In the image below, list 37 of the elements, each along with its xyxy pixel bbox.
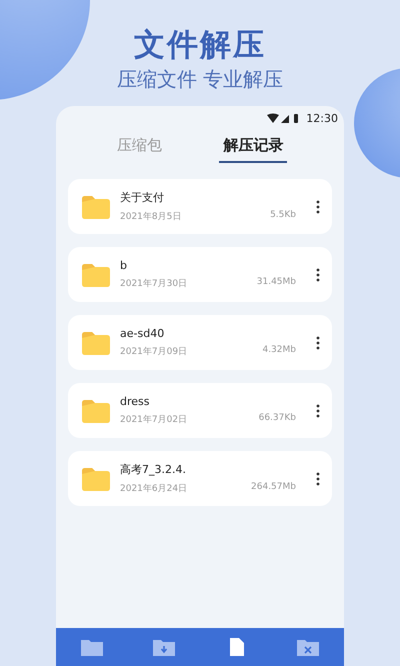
file-size: 5.5Kb <box>270 210 296 222</box>
file-date: 2021年8月5日 <box>120 210 182 223</box>
more-icon[interactable] <box>316 472 320 486</box>
headline: 文件解压 <box>134 26 266 64</box>
folder-icon <box>82 398 110 422</box>
file-date: 2021年7月02日 <box>120 414 188 426</box>
file-card[interactable]: 高考7_3.2.4. 2021年6月24日 264.57Mb <box>68 451 332 506</box>
folder-archive-icon[interactable] <box>297 638 319 656</box>
file-card[interactable]: ae-sd40 2021年7月09日 4.32Mb <box>68 315 332 370</box>
file-name: 高考7_3.2.4. <box>120 462 187 477</box>
more-icon[interactable] <box>316 404 320 418</box>
file-date: 2021年6月24日 <box>120 482 188 495</box>
status-time: 12:30 <box>306 112 338 124</box>
file-size: 66.37Kb <box>258 413 296 425</box>
more-icon[interactable] <box>316 268 320 282</box>
folder-icon <box>82 466 110 490</box>
folder-icon <box>82 330 110 354</box>
folder-icon <box>82 194 110 218</box>
file-card[interactable]: 关于支付 2021年8月5日 5.5Kb <box>68 179 332 234</box>
file-size: 264.57Mb <box>251 482 296 494</box>
file-size: 4.32Mb <box>262 345 296 357</box>
tagline: 压缩文件 专业解压 <box>116 66 284 92</box>
file-card[interactable]: b 2021年7月30日 31.45Mb <box>68 247 332 302</box>
more-icon[interactable] <box>316 336 320 350</box>
tab[interactable]: 解压记录 <box>219 130 288 163</box>
file-size: 31.45Mb <box>256 277 296 289</box>
more-icon[interactable] <box>316 200 320 214</box>
folder-icon <box>82 262 110 286</box>
file-card[interactable]: dress 2021年7月02日 66.37Kb <box>68 383 332 438</box>
file-name: dress <box>120 395 150 408</box>
folder-download-icon[interactable] <box>153 638 175 656</box>
file-name: ae-sd40 <box>120 327 166 340</box>
file-date: 2021年7月30日 <box>120 278 188 290</box>
file-date: 2021年7月09日 <box>120 346 188 358</box>
file-name: b <box>120 259 128 272</box>
file-name: 关于支付 <box>120 190 165 205</box>
folder-icon[interactable] <box>81 638 103 656</box>
